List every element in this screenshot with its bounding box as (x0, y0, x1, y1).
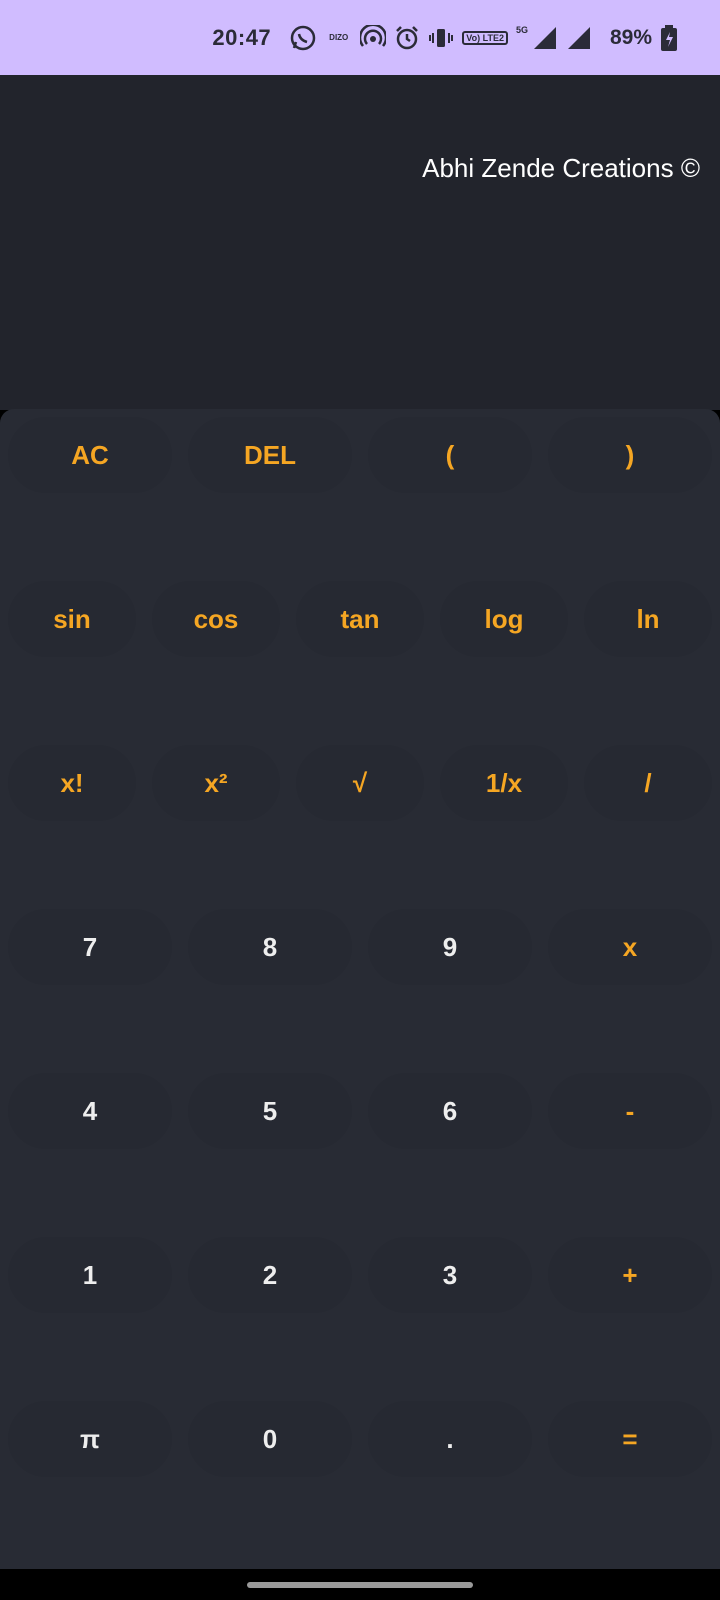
add-button[interactable]: + (548, 1237, 712, 1313)
dizo-label: DIZO (329, 33, 349, 42)
alarm-icon (394, 25, 420, 51)
pi-button[interactable]: π (8, 1401, 172, 1477)
reciprocal-button[interactable]: 1/x (440, 745, 568, 821)
battery-percent: 89% (609, 25, 652, 49)
ln-button[interactable]: ln (584, 581, 712, 657)
digit-6-button[interactable]: 6 (368, 1073, 532, 1149)
tan-button[interactable]: tan (296, 581, 424, 657)
digit-3-button[interactable]: 3 (368, 1237, 532, 1313)
delete-button[interactable]: DEL (188, 417, 352, 493)
digit-1-button[interactable]: 1 (8, 1237, 172, 1313)
signal-icon-sim2 (566, 25, 592, 51)
square-button[interactable]: x² (152, 745, 280, 821)
navigation-bar (0, 1569, 720, 1600)
status-bar: 20:47 DIZO Vo) LTE2 5G 89% (0, 0, 720, 75)
digit-4-button[interactable]: 4 (8, 1073, 172, 1149)
sqrt-button[interactable]: √ (296, 745, 424, 821)
decimal-point-button[interactable]: . (368, 1401, 532, 1477)
digit-0-button[interactable]: 0 (188, 1401, 352, 1477)
digit-2-button[interactable]: 2 (188, 1237, 352, 1313)
all-clear-button[interactable]: AC (8, 417, 172, 493)
digit-9-button[interactable]: 9 (368, 909, 532, 985)
close-paren-button[interactable]: ) (548, 417, 712, 493)
hotspot-icon (360, 24, 387, 51)
digit-7-button[interactable]: 7 (8, 909, 172, 985)
battery-charging-icon (660, 24, 678, 52)
open-paren-button[interactable]: ( (368, 417, 532, 493)
status-time: 20:47 (212, 24, 272, 50)
cos-button[interactable]: cos (152, 581, 280, 657)
signal-icon-sim1 (532, 25, 558, 51)
gesture-handle[interactable] (247, 1582, 473, 1588)
log-button[interactable]: log (440, 581, 568, 657)
subtract-button[interactable]: - (548, 1073, 712, 1149)
network-type: 5G (515, 24, 528, 35)
factorial-button[interactable]: x! (8, 745, 136, 821)
digit-8-button[interactable]: 8 (188, 909, 352, 985)
divide-button[interactable]: / (584, 745, 712, 821)
equals-button[interactable]: = (548, 1401, 712, 1477)
vibrate-icon (428, 25, 454, 51)
calculator-display: Abhi Zende Creations © (0, 75, 720, 410)
volte-badge: Vo) LTE2 (462, 30, 508, 45)
credit-text: Abhi Zende Creations © (422, 153, 700, 183)
sin-button[interactable]: sin (8, 581, 136, 657)
digit-5-button[interactable]: 5 (188, 1073, 352, 1149)
whatsapp-icon (289, 24, 317, 52)
multiply-button[interactable]: x (548, 909, 712, 985)
keypad: AC DEL ( ) sin cos tan log ln x! x² √ 1/… (0, 409, 720, 1569)
